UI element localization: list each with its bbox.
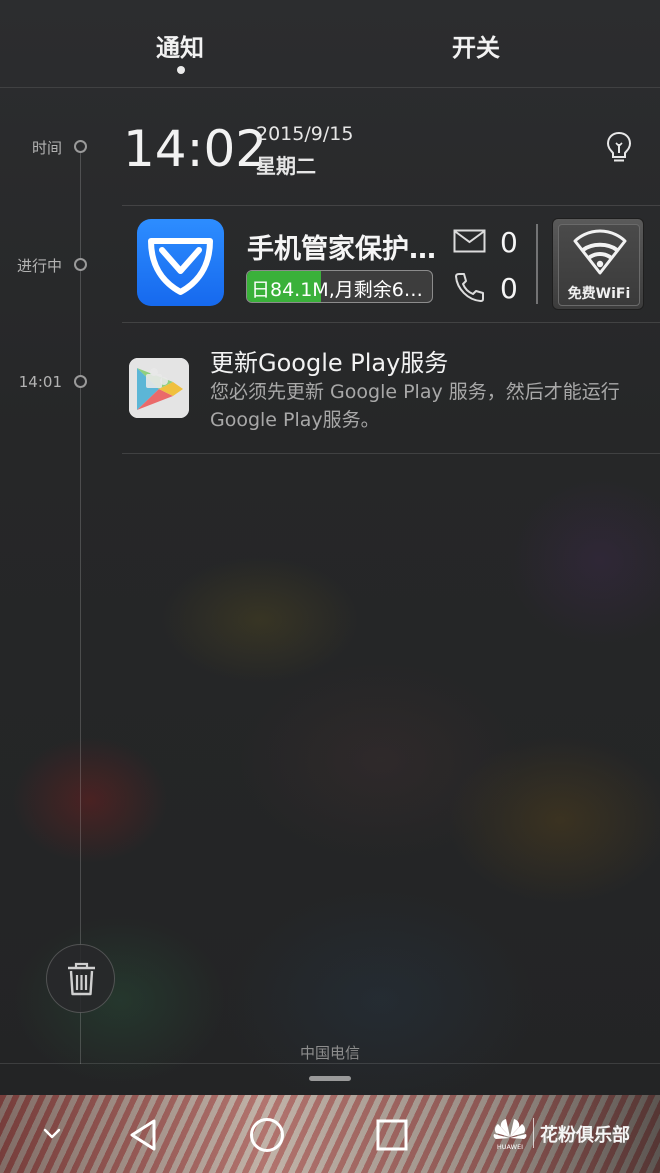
watermark-divider (533, 1118, 534, 1148)
timeline-dot (74, 375, 87, 388)
google-play-services-icon (129, 358, 189, 418)
vertical-divider (536, 224, 538, 304)
timeline-label-ongoing: 进行中 (16, 257, 62, 275)
timeline-dot (74, 140, 87, 153)
divider (122, 322, 660, 323)
lightbulb-icon[interactable] (604, 131, 634, 165)
notification-title: 手机管家保护… (247, 234, 436, 265)
wifi-icon (573, 229, 627, 275)
data-usage-bar: 日84.1M,月剩余6… (246, 270, 433, 303)
free-wifi-button[interactable]: 免费WiFi (552, 218, 644, 310)
blurred-wallpaper (0, 0, 660, 1095)
clock-weekday: 星期二 (256, 154, 316, 178)
divider (0, 1063, 660, 1064)
free-wifi-button-face: 免费WiFi (558, 224, 640, 306)
divider (122, 453, 660, 454)
back-icon[interactable] (126, 1117, 160, 1153)
tab-switches[interactable]: 开关 (452, 28, 500, 63)
drag-handle[interactable] (309, 1076, 351, 1081)
recents-icon[interactable] (375, 1118, 409, 1152)
phone-icon (455, 273, 484, 302)
timeline-label-time: 时间 (31, 139, 62, 157)
notification-title: 更新Google Play服务 (210, 349, 449, 377)
mail-icon (453, 229, 486, 253)
divider (122, 205, 660, 206)
timeline-dot (74, 258, 87, 271)
huawei-brand-text: HUAWEI (497, 1143, 523, 1151)
shield-check-icon (148, 238, 213, 295)
watermark-text: 花粉俱乐部 (540, 1125, 630, 1146)
puzzle-icon (129, 358, 189, 418)
timeline-label-item-time: 14:01 (18, 373, 62, 391)
tencent-manager-app-icon (137, 219, 224, 306)
clock-date: 2015/9/15 (256, 123, 354, 145)
active-tab-indicator (177, 66, 185, 74)
clear-all-button[interactable] (46, 944, 115, 1013)
home-icon[interactable] (248, 1116, 286, 1154)
collapse-chevron-icon[interactable] (40, 1124, 64, 1144)
timeline-line (80, 146, 81, 1064)
tab-bar: 通知 开关 (0, 0, 660, 88)
mail-count: 0 (500, 226, 518, 259)
carrier-name: 中国电信 (299, 1044, 360, 1062)
data-usage-text: 日84.1M,月剩余6… (251, 279, 423, 301)
call-count: 0 (500, 272, 518, 305)
huawei-logo-icon: HUAWEI (493, 1119, 527, 1151)
tab-notifications[interactable]: 通知 (156, 28, 204, 63)
clock-time: 14:02 (123, 120, 268, 178)
free-wifi-label: 免费WiFi (567, 286, 631, 302)
trash-icon (68, 962, 95, 996)
notification-body: 您必须先更新 Google Play 服务，然后才能运行Google Play服… (210, 381, 620, 431)
